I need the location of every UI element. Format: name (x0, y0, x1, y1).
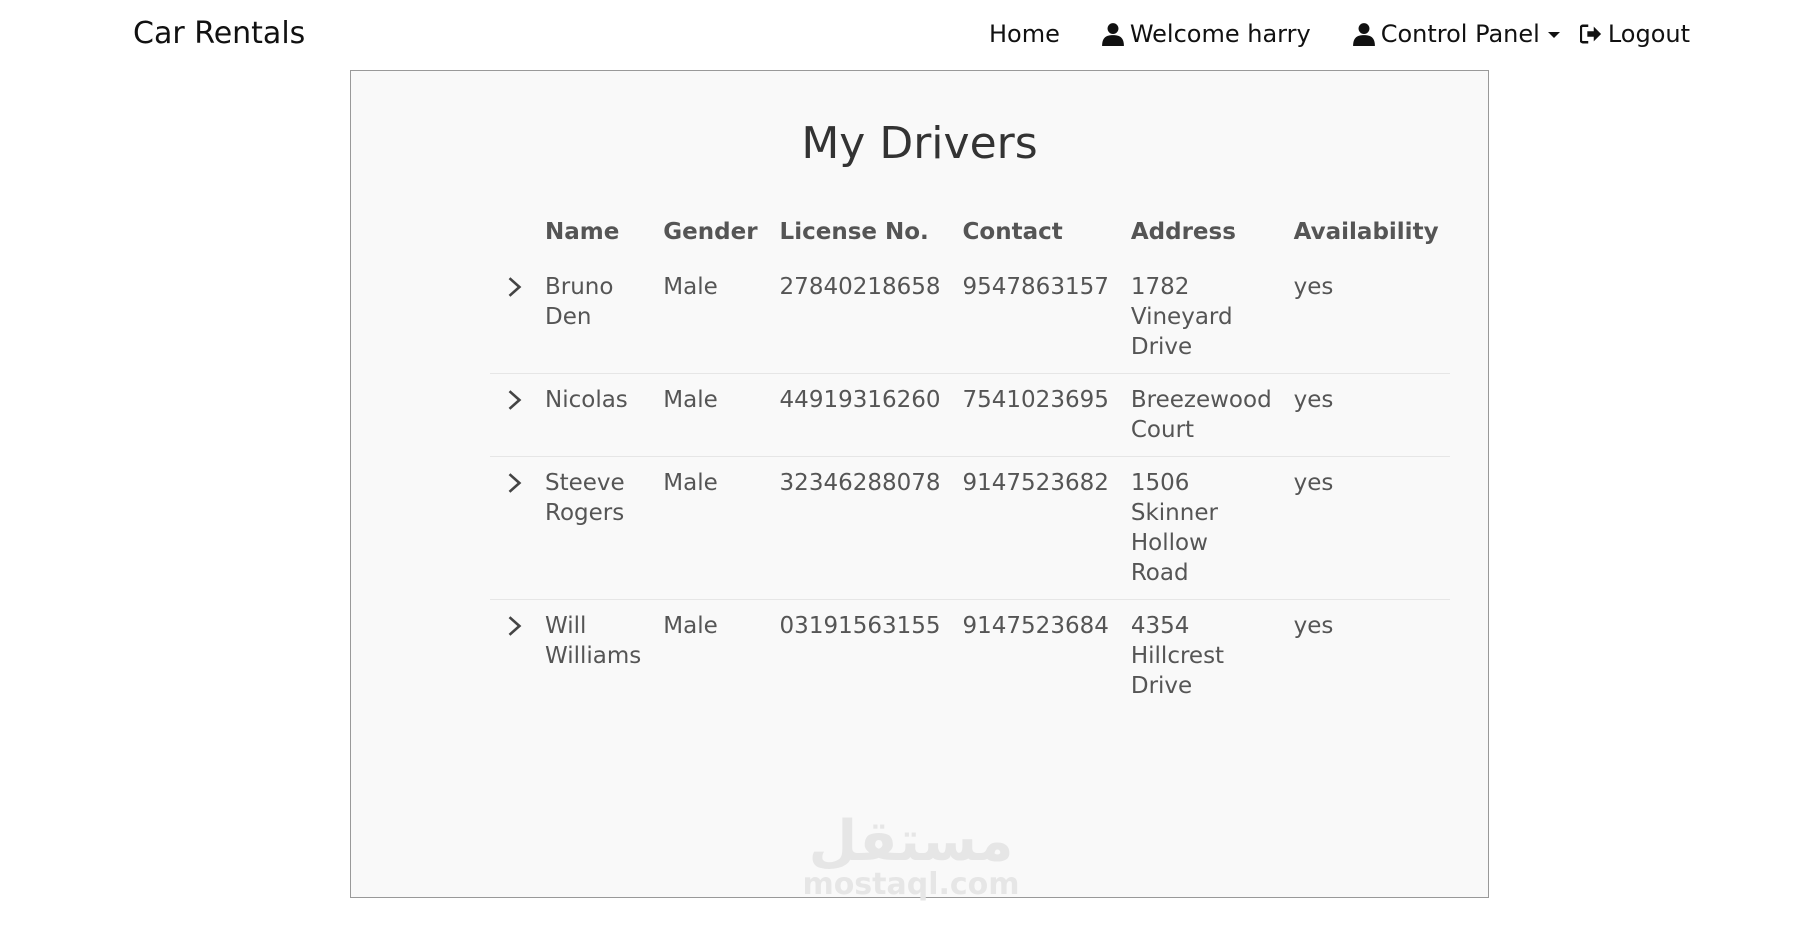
cell-contact: 9147523682 (951, 456, 1120, 600)
cell-gender: Male (652, 373, 769, 457)
row-expand-toggle[interactable] (490, 456, 534, 600)
header-address: Address (1130, 219, 1236, 245)
chevron-right-icon (507, 276, 523, 298)
table-header: Name Gender License No. Contact Address … (490, 201, 1450, 261)
cell-gender: Male (652, 456, 769, 600)
logout-icon (1579, 22, 1602, 46)
page-title: My Drivers (801, 118, 1038, 169)
header-availability: Availability (1293, 219, 1439, 245)
header-license: License No. (779, 219, 929, 245)
nav-control-panel-label: Control Panel (1380, 20, 1540, 48)
row-expand-toggle[interactable] (490, 373, 534, 457)
user-icon (1101, 22, 1124, 46)
chevron-right-icon (507, 472, 523, 494)
nav-control-panel-dropdown[interactable]: Control Panel (1352, 20, 1560, 48)
cell-gender: Male (663, 274, 718, 300)
table-row: Steeve Rogers Male 32346288078 914752368… (490, 456, 1450, 600)
cell-availability: yes (1282, 456, 1450, 600)
nav-welcome-link[interactable]: Welcome harry (1101, 20, 1311, 48)
cell-license: 27840218658 (779, 274, 941, 300)
drivers-table: Name Gender License No. Contact Address … (490, 201, 1450, 712)
header-contact: Contact (962, 219, 1063, 245)
cell-address: 1506 Skinner Hollow Road (1119, 456, 1283, 600)
header-row: Name Gender License No. Contact Address … (490, 201, 1450, 261)
table-row: Will Williams Male 03191563155 914752368… (490, 599, 1450, 712)
cell-name: Steeve Rogers (534, 456, 653, 600)
cell-contact: 9547863157 (962, 274, 1109, 300)
cell-contact: 9147523684 (951, 599, 1120, 712)
cell-availability: yes (1282, 373, 1450, 457)
header-name: Name (545, 219, 620, 245)
brand-link[interactable]: Car Rentals (133, 14, 305, 54)
cell-contact: 7541023695 (951, 373, 1120, 457)
top-navbar: Car Rentals Home Welcome harry Control P… (0, 0, 1815, 68)
table-body: Bruno Den Male 27840218658 9547863157 17… (490, 261, 1450, 712)
header-gender: Gender (663, 219, 758, 245)
caret-down-icon (1547, 32, 1560, 38)
cell-address: 1782 Vineyard Drive (1130, 274, 1233, 360)
row-expand-toggle[interactable] (490, 599, 534, 712)
cell-name: Bruno Den (545, 274, 614, 330)
cell-availability: yes (1293, 274, 1334, 300)
nav-home-label: Home (988, 20, 1060, 48)
table-row: Bruno Den Male 27840218658 9547863157 17… (490, 261, 1450, 374)
cell-address: Breezewood Court (1119, 373, 1283, 457)
cell-address: 4354 Hillcrest Drive (1119, 599, 1283, 712)
chevron-right-icon (507, 389, 523, 411)
table-row: Nicolas Male 44919316260 7541023695 Bree… (490, 373, 1450, 457)
nav-links: Home Welcome harry Control Panel Logout (989, 14, 1690, 54)
cell-license: 32346288078 (768, 456, 952, 600)
nav-welcome-label: Welcome harry (1129, 20, 1311, 48)
row-expand-toggle[interactable] (490, 261, 534, 374)
nav-home-link[interactable]: Home (989, 20, 1060, 48)
cell-license: 44919316260 (768, 373, 952, 457)
cell-gender: Male (652, 599, 769, 712)
cell-license: 03191563155 (768, 599, 952, 712)
nav-logout-link[interactable]: Logout (1579, 20, 1690, 48)
user-icon (1352, 22, 1375, 46)
cell-name: Nicolas (534, 373, 653, 457)
cell-availability: yes (1282, 599, 1450, 712)
cell-name: Will Williams (534, 599, 653, 712)
chevron-right-icon (507, 615, 523, 637)
drivers-panel: My Drivers Name Gender License No. Conta… (350, 70, 1489, 898)
header-expand (490, 201, 534, 261)
nav-logout-label: Logout (1607, 20, 1690, 48)
